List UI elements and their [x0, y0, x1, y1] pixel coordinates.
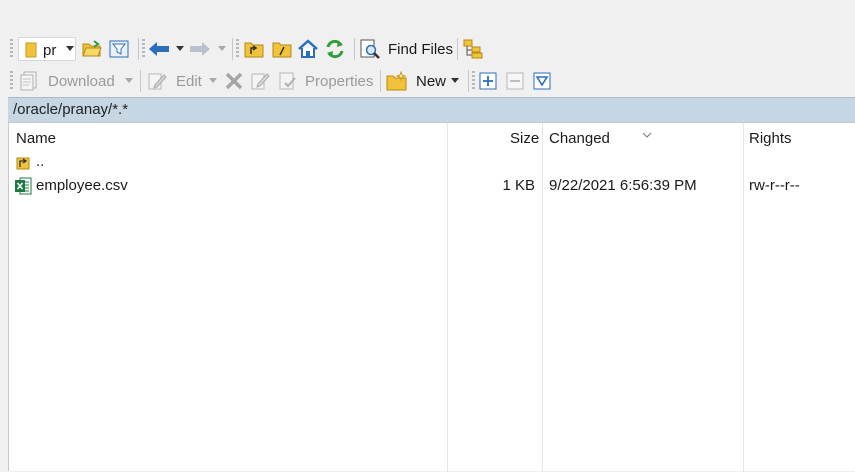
toolbar-grip[interactable]: [236, 39, 239, 59]
excel-file-icon: [15, 177, 32, 198]
column-header-name[interactable]: Name: [16, 130, 56, 147]
root-directory-icon[interactable]: [271, 38, 293, 60]
toolbar-grip[interactable]: [10, 71, 13, 91]
current-path-bar[interactable]: /oracle/pranay/*.*: [8, 97, 855, 122]
drive-folder-icon: [25, 42, 37, 61]
new-label[interactable]: New: [416, 73, 446, 90]
drive-dropdown-arrow[interactable]: [66, 46, 74, 51]
toolbar-grip[interactable]: [142, 39, 145, 59]
column-header-changed[interactable]: Changed: [549, 130, 610, 147]
window-top-strip: [0, 0, 855, 34]
file-name: employee.csv: [36, 177, 128, 194]
table-row-parent[interactable]: ..: [9, 151, 855, 175]
edit-dropdown-arrow: [209, 78, 217, 83]
file-changed: 9/22/2021 6:56:39 PM: [549, 177, 697, 194]
file-actions-toolbar: Download Edit Properties New: [0, 66, 855, 96]
sort-descending-icon: [642, 125, 652, 141]
edit-label: Edit: [176, 73, 202, 90]
table-row[interactable]: employee.csv 1 KB 9/22/2021 6:56:39 PM r…: [9, 175, 855, 199]
drive-label: pr: [43, 42, 57, 59]
properties-icon: [277, 70, 299, 92]
download-dropdown-arrow: [125, 78, 133, 83]
delete-icon: [223, 70, 245, 92]
column-header-rights[interactable]: Rights: [749, 130, 792, 147]
toolbar-grip[interactable]: [10, 39, 13, 59]
find-files-label[interactable]: Find Files: [388, 41, 453, 58]
column-header-size[interactable]: Size: [510, 130, 539, 147]
parent-folder-icon: [16, 154, 30, 173]
file-size: 1 KB: [502, 177, 535, 194]
forward-arrow-icon: [189, 38, 211, 60]
new-item-icon[interactable]: [386, 70, 408, 92]
invert-selection-icon[interactable]: [531, 70, 553, 92]
toolbar-grip[interactable]: [472, 71, 475, 91]
open-folder-icon[interactable]: [81, 38, 103, 60]
properties-label: Properties: [305, 73, 374, 90]
navigation-toolbar: pr Find Files: [0, 34, 855, 64]
download-label: Download: [48, 73, 115, 90]
edit-icon: [146, 70, 168, 92]
current-path: /oracle/pranay/*.*: [13, 101, 129, 118]
filter-icon[interactable]: [108, 38, 130, 60]
file-name: ..: [36, 153, 45, 170]
forward-dropdown-arrow: [218, 46, 226, 51]
file-list-panel[interactable]: Name Size Changed Rights .. employee.csv…: [8, 122, 855, 472]
select-files-icon[interactable]: [477, 70, 499, 92]
back-dropdown-arrow[interactable]: [176, 46, 184, 51]
home-icon[interactable]: [297, 38, 319, 60]
find-files-icon[interactable]: [359, 38, 381, 60]
rename-icon: [249, 70, 271, 92]
parent-directory-icon[interactable]: [243, 38, 265, 60]
file-rights: rw-r--r--: [749, 177, 800, 194]
tree-view-icon[interactable]: [463, 38, 485, 60]
download-icon: [19, 70, 41, 92]
refresh-icon[interactable]: [324, 38, 346, 60]
new-dropdown-arrow[interactable]: [451, 78, 459, 83]
unselect-files-icon: [504, 70, 526, 92]
back-arrow-icon[interactable]: [148, 38, 170, 60]
